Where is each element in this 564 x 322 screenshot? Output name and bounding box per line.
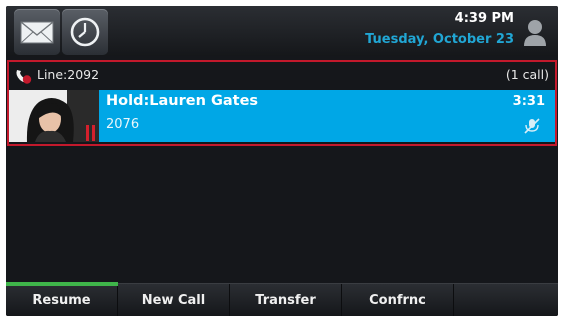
line-header[interactable]: Line:2092 (1 call) [9,62,555,88]
call-count: (1 call) [505,67,549,82]
conference-softkey[interactable]: Confrnc [342,284,454,316]
status-bar: 4:39 PM Tuesday, October 23 [6,6,558,56]
caller-name: Hold:Lauren Gates [106,93,259,109]
call-duration: 3:31 [512,94,545,109]
transfer-softkey[interactable]: Transfer [230,284,342,316]
softkey-bar: Resume New Call Transfer Confrnc [6,282,558,316]
phone-screenshot: 4:39 PM Tuesday, October 23 Line:2092 (1… [0,0,564,322]
calls-history-button[interactable] [62,9,108,55]
clock-date: Tuesday, October 23 [365,32,514,47]
call-row[interactable]: Hold:Lauren Gates 2076 3:31 [9,90,555,142]
hold-indicator-icon [86,125,96,141]
new-call-softkey[interactable]: New Call [118,284,230,316]
clock-time: 4:39 PM [454,11,514,26]
caller-number: 2076 [106,117,140,132]
line-label: Line:2092 [37,67,100,82]
handset-icon [16,70,32,84]
clock-icon [70,17,100,47]
empty-softkey [454,284,558,316]
envelope-icon [20,21,54,44]
messages-button[interactable] [14,9,60,55]
caller-photo [9,90,99,142]
line-panel[interactable]: Line:2092 (1 call) Hold:Lauren Gates 207… [7,60,557,146]
muted-microphone-icon [524,118,540,134]
user-presence-icon[interactable] [522,18,548,48]
phone-display: 4:39 PM Tuesday, October 23 Line:2092 (1… [6,6,558,316]
resume-softkey[interactable]: Resume [6,282,118,316]
